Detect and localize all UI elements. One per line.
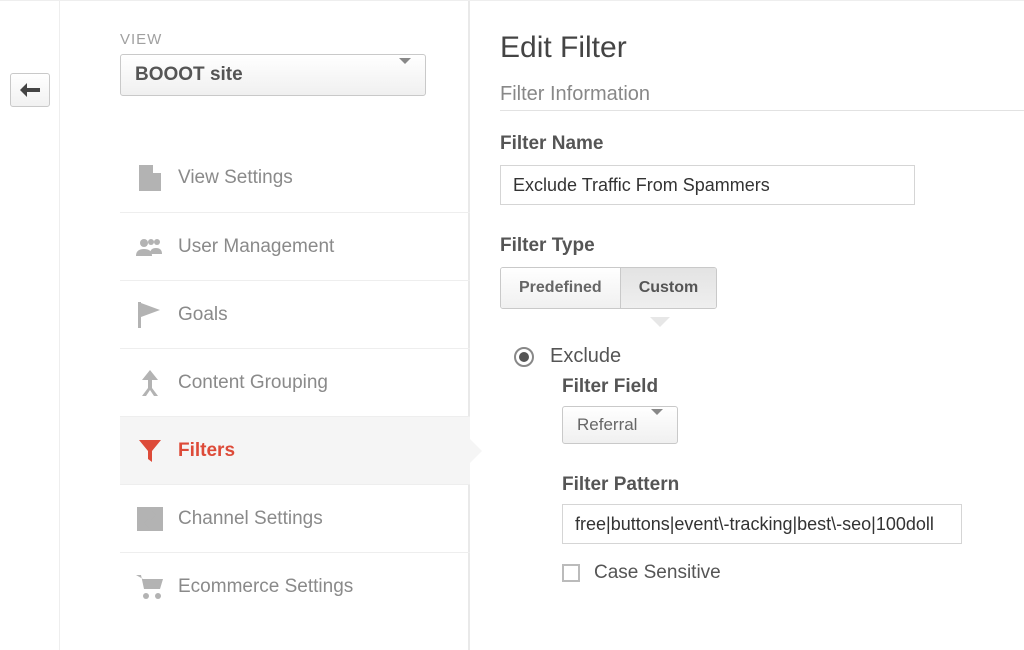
filter-name-label: Filter Name	[500, 133, 1024, 155]
case-sensitive-checkbox[interactable]	[562, 564, 580, 582]
swap-icon	[128, 507, 172, 531]
filter-field-dropdown[interactable]: Referral	[562, 406, 678, 444]
sidebar-item-label: Content Grouping	[178, 372, 328, 394]
filter-field-label: Filter Field	[562, 376, 1024, 398]
sidebar-item-user-management[interactable]: User Management	[120, 212, 470, 280]
case-sensitive-label: Case Sensitive	[594, 562, 721, 584]
section-title: Filter Information	[500, 83, 1024, 111]
sidebar-item-label: Channel Settings	[178, 508, 323, 530]
chevron-down-icon	[651, 415, 663, 435]
radio-exclude-label: Exclude	[550, 345, 621, 368]
sidebar-item-filters[interactable]: Filters	[120, 416, 470, 484]
sidebar-item-label: User Management	[178, 236, 334, 258]
flag-icon	[128, 302, 172, 328]
radio-exclude[interactable]	[514, 347, 534, 367]
tab-active-pointer-icon	[650, 317, 670, 327]
cart-icon	[128, 575, 172, 599]
filter-field-value: Referral	[577, 415, 637, 435]
sidebar-item-view-settings[interactable]: View Settings	[120, 144, 470, 212]
tab-predefined[interactable]: Predefined	[501, 268, 620, 308]
chevron-down-icon	[399, 64, 411, 86]
sidebar-item-label: View Settings	[178, 167, 293, 189]
filter-name-input[interactable]	[500, 165, 915, 205]
tab-custom[interactable]: Custom	[620, 268, 717, 308]
filter-type-tabs: Predefined Custom	[500, 267, 717, 309]
sidebar-item-content-grouping[interactable]: Content Grouping	[120, 348, 470, 416]
users-icon	[128, 238, 172, 256]
sidebar-item-label: Filters	[178, 440, 235, 462]
sidebar-item-label: Ecommerce Settings	[178, 576, 353, 598]
merge-icon	[128, 370, 172, 396]
back-button[interactable]	[10, 73, 50, 107]
filter-pattern-label: Filter Pattern	[562, 474, 1024, 496]
document-icon	[128, 165, 172, 191]
sidebar-item-goals[interactable]: Goals	[120, 280, 470, 348]
view-dropdown[interactable]: BOOOT site	[120, 54, 426, 96]
funnel-icon	[128, 439, 172, 463]
view-dropdown-value: BOOOT site	[135, 64, 243, 86]
arrow-left-icon	[20, 83, 40, 97]
sidebar-item-ecommerce-settings[interactable]: Ecommerce Settings	[120, 552, 470, 620]
sidebar-item-label: Goals	[178, 304, 228, 326]
filter-type-label: Filter Type	[500, 235, 1024, 257]
view-section-label: VIEW	[120, 31, 468, 48]
filter-pattern-input[interactable]	[562, 504, 962, 544]
page-title: Edit Filter	[500, 31, 1024, 65]
sidebar-item-channel-settings[interactable]: Channel Settings	[120, 484, 470, 552]
